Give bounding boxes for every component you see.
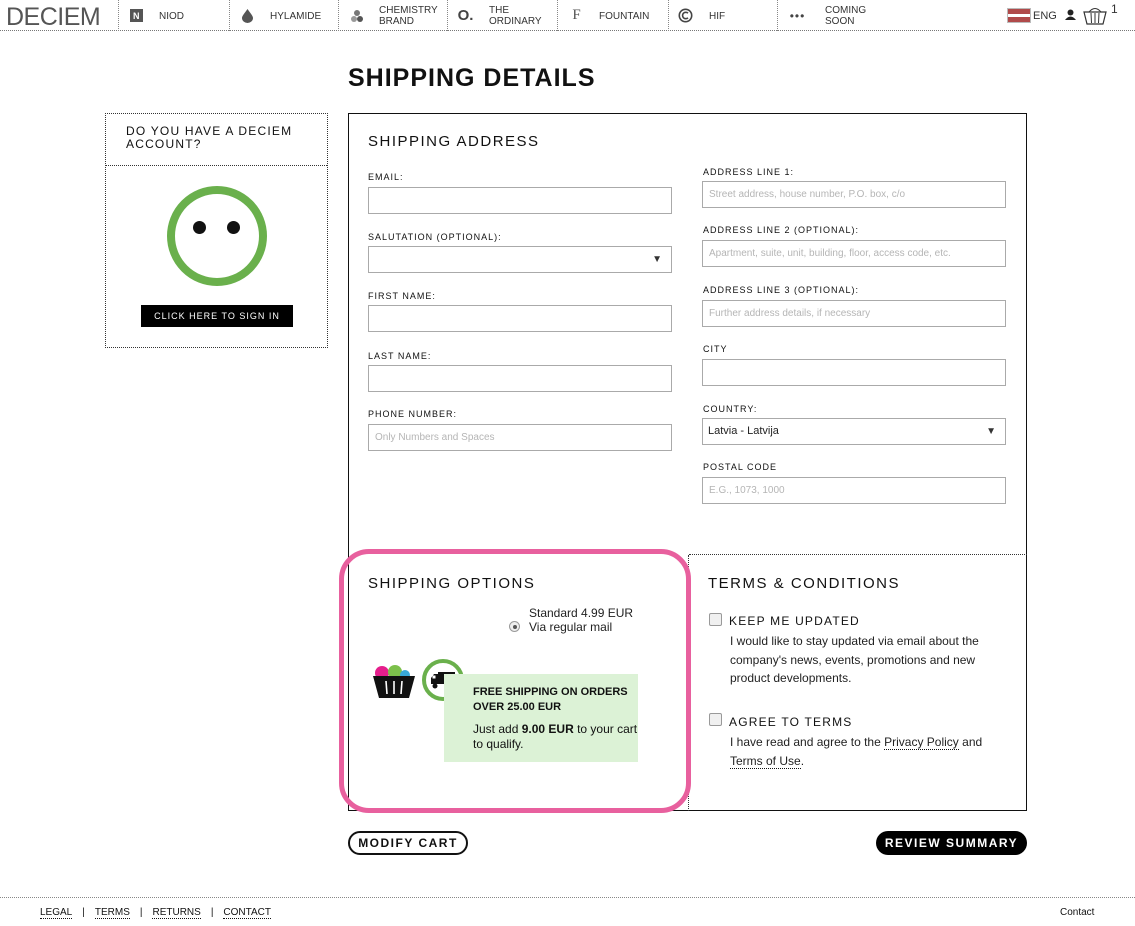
footer-separator: | — [139, 907, 143, 918]
drop-icon — [240, 8, 255, 23]
phone-label: PHONE NUMBER: — [368, 409, 458, 419]
latvia-flag-icon[interactable] — [1007, 8, 1031, 23]
agree-terms-text: I have read and agree to the Privacy Pol… — [730, 735, 983, 769]
footer-link-returns[interactable]: RETURNS — [152, 907, 201, 919]
chemistry-icon — [349, 8, 364, 23]
nav-label-hylamide: HYLAMIDE — [270, 11, 322, 22]
dropdown-arrow-icon: ▼ — [652, 254, 662, 265]
keep-updated-label: KEEP ME UPDATED — [729, 614, 860, 628]
fountain-icon: F — [572, 7, 581, 23]
nav-item-the-ordinary[interactable]: O. THE ORDINARY — [447, 0, 557, 31]
account-heading: DO YOU HAVE A DECIEM ACCOUNT? — [106, 114, 327, 166]
nav-item-hylamide[interactable]: HYLAMIDE — [229, 0, 338, 31]
keep-updated-text: I would like to stay updated via email a… — [730, 634, 979, 685]
review-summary-button[interactable]: REVIEW SUMMARY — [876, 831, 1027, 855]
address-line-1-label: ADDRESS LINE 1: — [703, 167, 795, 177]
niod-icon: N — [129, 8, 144, 23]
email-field[interactable] — [368, 187, 672, 214]
address-line-2-label: ADDRESS LINE 2 (OPTIONAL): — [703, 225, 860, 235]
nav-item-coming-soon[interactable]: ••• COMING SOON — [777, 0, 887, 31]
terms-heading: TERMS & CONDITIONS — [708, 575, 901, 592]
privacy-policy-link[interactable]: Privacy Policy — [884, 735, 959, 750]
agree-terms-label: AGREE TO TERMS — [729, 715, 853, 729]
sign-in-button[interactable]: CLICK HERE TO SIGN IN — [141, 305, 293, 327]
address-line-2-field[interactable] — [702, 240, 1006, 267]
footer-separator: | — [82, 907, 85, 918]
agree-terms-checkbox[interactable] — [709, 713, 722, 726]
svg-text:N: N — [133, 11, 140, 21]
postal-code-label: POSTAL CODE — [703, 462, 778, 472]
country-value: Latvia - Latvija — [708, 425, 779, 437]
country-label: COUNTRY: — [703, 404, 758, 414]
address-line-1-field[interactable] — [702, 181, 1006, 208]
shipping-address-heading: SHIPPING ADDRESS — [368, 133, 540, 150]
nav-item-fountain[interactable]: F FOUNTAIN — [557, 0, 668, 31]
dropdown-arrow-icon: ▼ — [986, 426, 996, 437]
section-divider — [689, 554, 1027, 555]
nav-label-hif: HIF — [709, 11, 726, 22]
footer-contact-link[interactable]: Contact — [1060, 907, 1094, 918]
last-name-label: LAST NAME: — [368, 351, 432, 361]
keep-updated-checkbox[interactable] — [709, 613, 722, 626]
nav-label-niod: NIOD — [159, 11, 184, 22]
phone-field[interactable] — [368, 424, 672, 451]
terms-of-use-link[interactable]: Terms of Use — [730, 753, 801, 769]
footer-link-contact[interactable]: CONTACT — [223, 907, 272, 919]
nav-label-the-ordinary: THE ORDINARY — [489, 5, 542, 27]
first-name-label: FIRST NAME: — [368, 291, 436, 301]
modify-cart-button[interactable]: MODIFY CART — [348, 831, 468, 855]
account-icon[interactable] — [1065, 8, 1076, 20]
page-title: SHIPPING DETAILS — [348, 64, 596, 92]
nav-item-hif[interactable]: HIF — [668, 0, 777, 31]
top-navigation: DECIEM N NIOD HYLAMIDE CHEMISTRY BRAND O… — [0, 0, 1135, 31]
address-line-3-field[interactable] — [702, 300, 1006, 327]
hif-icon — [678, 8, 693, 23]
account-panel: DO YOU HAVE A DECIEM ACCOUNT? CLICK HERE… — [105, 113, 328, 348]
shipping-options-highlight — [339, 549, 691, 813]
nav-label-chemistry-brand: CHEMISTRY BRAND — [379, 5, 438, 27]
dots-icon: ••• — [789, 8, 806, 23]
last-name-field[interactable] — [368, 365, 672, 392]
footer-separator: | — [210, 907, 214, 918]
city-field[interactable] — [702, 359, 1006, 386]
first-name-field[interactable] — [368, 305, 672, 332]
nav-label-fountain: FOUNTAIN — [599, 11, 650, 22]
country-select[interactable]: Latvia - Latvija ▼ — [702, 418, 1006, 445]
language-selector[interactable]: ENG — [1033, 10, 1057, 22]
cart-count: 1 — [1111, 2, 1118, 16]
nav-label-coming-soon: COMING SOON — [825, 5, 867, 27]
salutation-label: SALUTATION (OPTIONAL): — [368, 232, 502, 242]
salutation-select[interactable]: ▼ — [368, 246, 672, 273]
deciem-logo[interactable]: DECIEM — [6, 3, 101, 32]
address-line-3-label: ADDRESS LINE 3 (OPTIONAL): — [703, 285, 860, 295]
postal-code-field[interactable] — [702, 477, 1006, 504]
footer-link-terms[interactable]: TERMS — [94, 907, 130, 919]
footer-link-legal[interactable]: LEGAL — [40, 907, 73, 919]
cart-icon[interactable] — [1083, 4, 1107, 26]
nav-item-niod[interactable]: N NIOD — [118, 0, 229, 31]
nav-item-chemistry-brand[interactable]: CHEMISTRY BRAND — [338, 0, 447, 31]
ordinary-icon: O. — [457, 7, 474, 24]
city-label: CITY — [703, 344, 728, 354]
footer-links: LEGAL | TERMS | RETURNS | CONTACT — [40, 907, 272, 919]
smiley-icon — [167, 186, 267, 286]
email-label: EMAIL: — [368, 172, 404, 182]
footer: LEGAL | TERMS | RETURNS | CONTACT Contac… — [0, 897, 1135, 926]
